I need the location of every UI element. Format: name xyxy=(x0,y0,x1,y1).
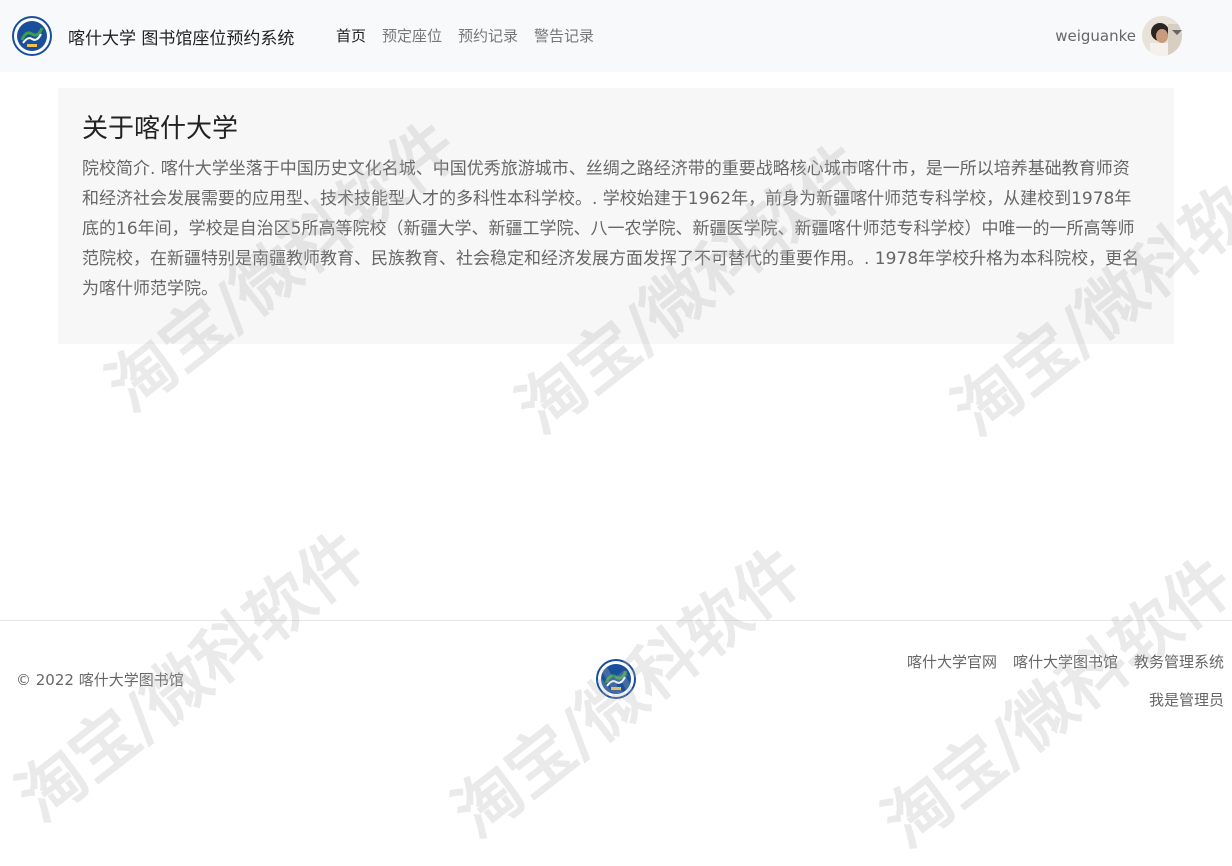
user-menu[interactable]: weiguanke xyxy=(1055,16,1182,56)
footer-link-academic-system[interactable]: 教务管理系统 xyxy=(1134,651,1224,672)
nav-reservation-records[interactable]: 预约记录 xyxy=(458,25,518,46)
main-nav: 首页 预定座位 预约记录 警告记录 xyxy=(336,25,610,46)
footer-university-logo xyxy=(596,659,636,699)
nav-reserve-seat[interactable]: 预定座位 xyxy=(382,25,442,46)
footer-link-university-site[interactable]: 喀什大学官网 xyxy=(907,651,997,672)
nav-home[interactable]: 首页 xyxy=(336,25,366,46)
brand-title: 喀什大学 图书馆座位预约系统 xyxy=(68,28,295,49)
brand-link[interactable]: 喀什大学 图书馆座位预约系统 xyxy=(12,16,294,56)
footer: © 2022 喀什大学图书馆 喀什大学官网 喀什大学图书馆 教务管理系统 我是管… xyxy=(0,620,1232,735)
top-navbar: 喀什大学 图书馆座位预约系统 首页 预定座位 预约记录 警告记录 weiguan… xyxy=(0,0,1232,72)
avatar[interactable] xyxy=(1142,16,1182,56)
footer-links: 喀什大学官网 喀什大学图书馆 教务管理系统 xyxy=(891,651,1224,672)
about-paragraph: 院校简介. 喀什大学坐落于中国历史文化名城、中国优秀旅游城市、丝绸之路经济带的重… xyxy=(82,159,1140,299)
chevron-down-icon[interactable] xyxy=(1172,30,1182,35)
page-title: 关于喀什大学 xyxy=(82,114,239,144)
university-logo xyxy=(12,16,52,56)
footer-link-library[interactable]: 喀什大学图书馆 xyxy=(1013,651,1118,672)
nav-warning-records[interactable]: 警告记录 xyxy=(534,25,594,46)
about-section: 关于喀什大学 院校简介. 喀什大学坐落于中国历史文化名城、中国优秀旅游城市、丝绸… xyxy=(58,88,1174,344)
copyright-text: © 2022 喀什大学图书馆 xyxy=(16,671,184,689)
username: weiguanke xyxy=(1055,27,1136,45)
admin-link[interactable]: 我是管理员 xyxy=(1149,689,1224,710)
